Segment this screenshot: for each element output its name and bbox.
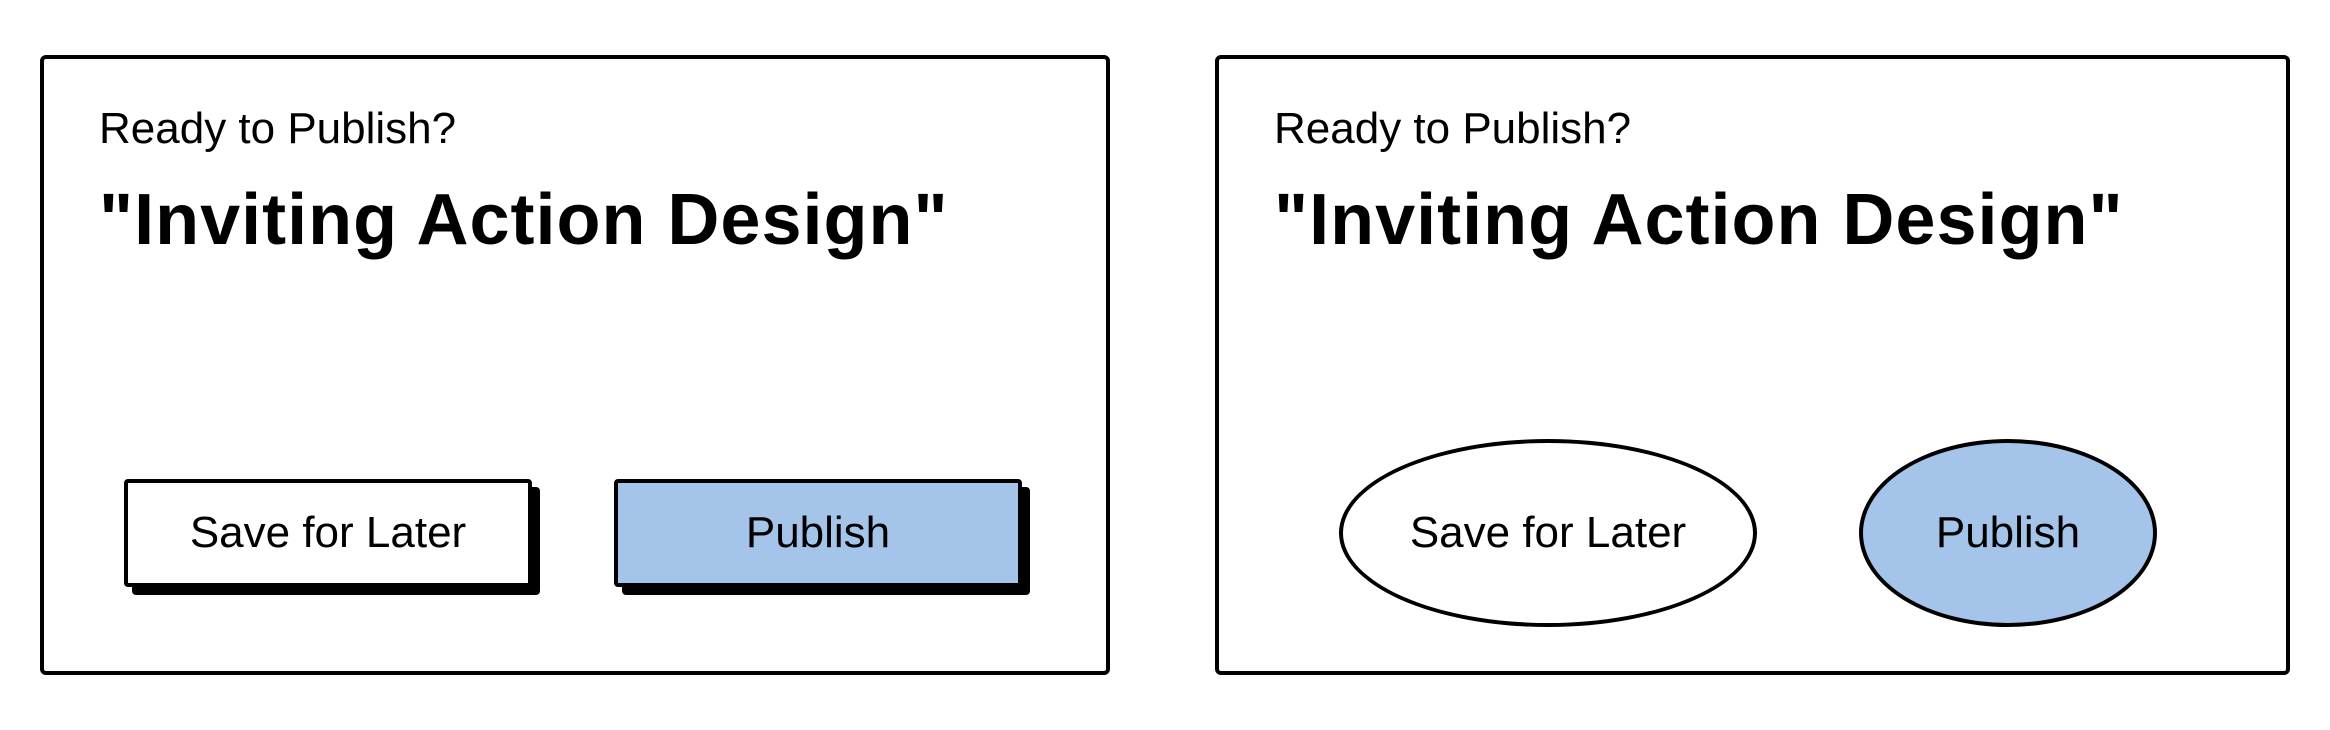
publish-button[interactable]: Publish xyxy=(1859,439,2157,627)
document-title: "Inviting Action Design" xyxy=(1274,179,2124,261)
save-for-later-button[interactable]: Save for Later xyxy=(124,479,532,587)
button-label: Publish xyxy=(1936,508,2080,558)
wireframe-comparison: Ready to Publish? "Inviting Action Desig… xyxy=(0,0,2330,730)
button-label: Save for Later xyxy=(190,508,466,558)
dialog-variant-elliptical: Ready to Publish? "Inviting Action Desig… xyxy=(1215,55,2290,675)
prompt-text: Ready to Publish? xyxy=(1274,104,1631,154)
publish-button[interactable]: Publish xyxy=(614,479,1022,587)
button-label: Save for Later xyxy=(1410,508,1686,558)
document-title: "Inviting Action Design" xyxy=(99,179,949,261)
prompt-text: Ready to Publish? xyxy=(99,104,456,154)
button-label: Publish xyxy=(746,508,890,558)
save-for-later-button[interactable]: Save for Later xyxy=(1339,439,1757,627)
dialog-variant-rectangular: Ready to Publish? "Inviting Action Desig… xyxy=(40,55,1110,675)
